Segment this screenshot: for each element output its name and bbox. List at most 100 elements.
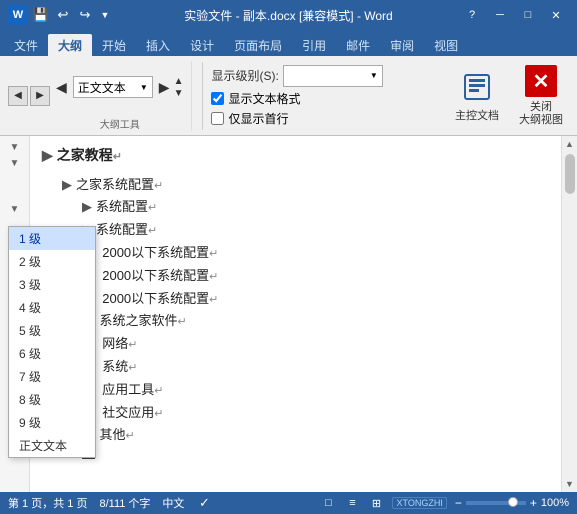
spell-check-icon[interactable]: ✓ bbox=[196, 495, 212, 511]
master-doc-button[interactable]: 主控文档 bbox=[449, 63, 505, 129]
outline-tools-label: 大纲工具 bbox=[56, 114, 183, 131]
demote-button[interactable]: ▶ bbox=[159, 79, 170, 96]
promote-button[interactable]: ◀ bbox=[56, 79, 67, 96]
outline-level-content: ◀ 正文文本 ▼ ▶ ▲ ▼ bbox=[56, 61, 183, 114]
line-13: ○ 四、 其他↵ bbox=[42, 425, 549, 446]
show-first-line-row: 仅显示首行 bbox=[211, 110, 382, 127]
document-content[interactable]: ▶ 之家教程↵ ▶ 之家系统配置↵ ▶ 系统配置↵ ▶ 系统配置↵ 3、2000… bbox=[30, 136, 561, 492]
collapse-arrow-1[interactable]: ▼ bbox=[8, 140, 22, 154]
close-button[interactable]: ✕ bbox=[543, 5, 569, 25]
minimize-button[interactable]: ─ bbox=[487, 5, 513, 25]
tab-mailings[interactable]: 邮件 bbox=[336, 34, 380, 56]
text-6: 4、2000以下系统配置 bbox=[82, 266, 209, 287]
view-mode-print[interactable]: □ bbox=[320, 495, 336, 511]
title-bar: W 💾 ↩ ↪ ▼ 实验文件 - 副本.docx [兼容模式] - Word ?… bbox=[0, 0, 577, 30]
qat-redo[interactable]: ↪ bbox=[76, 6, 94, 24]
right-buttons: 主控文档 ✕ 关闭大纲视图 bbox=[449, 63, 569, 129]
main-area: ▼ ▼ ▼ ○ ○ ▶ 之家教程↵ ▶ 之家系统配置↵ ▶ 系统配置↵ ▶ 系统… bbox=[0, 136, 577, 492]
dropdown-item-body[interactable]: 正文文本 bbox=[9, 434, 95, 457]
dropdown-item-7[interactable]: 7 级 bbox=[9, 365, 95, 388]
tab-references[interactable]: 引用 bbox=[292, 34, 336, 56]
outline-level-value: 正文文本 bbox=[78, 79, 126, 96]
line-8: ○ 三、 系统之家软件↵ bbox=[42, 311, 549, 332]
qat-save[interactable]: 💾 bbox=[32, 6, 50, 24]
tab-layout[interactable]: 页面布局 bbox=[224, 34, 292, 56]
collapse-arrow-3[interactable]: ▼ bbox=[8, 202, 22, 216]
move-down-button[interactable]: ▼ bbox=[174, 88, 184, 99]
master-doc-icon bbox=[459, 69, 495, 105]
dropdown-item-4[interactable]: 4 级 bbox=[9, 296, 95, 319]
word-icon: W bbox=[8, 5, 28, 25]
dropdown-item-2[interactable]: 2 级 bbox=[9, 250, 95, 273]
ribbon-content: ◀ ▶ ◀ 正文文本 ▼ ▶ ▲ ▼ 大纲工具 显示级别(S): ▼ bbox=[0, 56, 577, 136]
show-first-line-checkbox[interactable] bbox=[211, 112, 224, 125]
view-mode-web[interactable]: ≡ bbox=[344, 495, 360, 511]
tab-view[interactable]: 视图 bbox=[424, 34, 468, 56]
master-doc-label: 主控文档 bbox=[455, 107, 499, 123]
qat-undo[interactable]: ↩ bbox=[54, 6, 72, 24]
outline-level-select[interactable]: 正文文本 ▼ bbox=[73, 76, 153, 98]
zoom-slider[interactable] bbox=[466, 501, 526, 505]
line-12: 4、社交应用↵ bbox=[42, 403, 549, 424]
text-2: 之家系统配置 bbox=[76, 175, 154, 196]
line-2: ▶ 之家系统配置↵ bbox=[42, 175, 549, 196]
close-outline-button[interactable]: ✕ 关闭大纲视图 bbox=[513, 63, 569, 129]
window-controls: ? ─ □ ✕ bbox=[459, 5, 569, 25]
line-14: — bbox=[42, 448, 549, 469]
title-bar-left: W 💾 ↩ ↪ ▼ bbox=[8, 5, 112, 25]
tab-home[interactable]: 开始 bbox=[92, 34, 136, 56]
dropdown-item-8[interactable]: 8 级 bbox=[9, 388, 95, 411]
dropdown-item-9[interactable]: 9 级 bbox=[9, 411, 95, 434]
nav-down-arrow[interactable]: ▶ bbox=[30, 86, 50, 106]
show-text-format-checkbox[interactable] bbox=[211, 92, 224, 105]
line-9: 1、网络↵ bbox=[42, 334, 549, 355]
line-5: 3、2000以下系统配置↵ bbox=[42, 243, 549, 264]
tab-design[interactable]: 设计 bbox=[180, 34, 224, 56]
view-mode-outline[interactable]: ⊞ bbox=[368, 495, 384, 511]
tab-file[interactable]: 文件 bbox=[4, 34, 48, 56]
scroll-up-button[interactable]: ▲ bbox=[563, 136, 577, 152]
text-5: 3、2000以下系统配置 bbox=[82, 243, 209, 264]
show-level-area: 显示级别(S): ▼ 显示文本格式 仅显示首行 bbox=[202, 62, 382, 130]
dropdown-item-1[interactable]: 1 级 bbox=[9, 227, 95, 250]
scroll-thumb[interactable] bbox=[565, 154, 575, 194]
move-up-button[interactable]: ▲ bbox=[174, 76, 184, 87]
close-outline-icon: ✕ bbox=[523, 64, 559, 100]
lang-indicator: 中文 bbox=[162, 495, 184, 511]
nav-arrows: ◀ ▶ bbox=[8, 84, 50, 108]
nav-up-arrow[interactable]: ◀ bbox=[8, 86, 28, 106]
maximize-button[interactable]: □ bbox=[515, 5, 541, 25]
collapse-arrow-2[interactable]: ▼ bbox=[8, 156, 22, 170]
dropdown-item-6[interactable]: 6 级 bbox=[9, 342, 95, 365]
zoom-out-button[interactable]: − bbox=[455, 496, 462, 510]
brand-logo: XTONGZHI bbox=[392, 497, 446, 509]
show-level-arrow-icon: ▼ bbox=[370, 71, 378, 80]
bullet-1: ▶ bbox=[42, 144, 53, 166]
outline-level-group: ◀ 正文文本 ▼ ▶ ▲ ▼ 大纲工具 bbox=[56, 61, 192, 131]
text-7: 5、2000以下系统配置 bbox=[82, 289, 209, 310]
qat-dropdown[interactable]: ▼ bbox=[98, 6, 112, 24]
tab-outline[interactable]: 大纲 bbox=[48, 34, 92, 56]
text-3: 系统配置 bbox=[96, 197, 148, 218]
dropdown-item-5[interactable]: 5 级 bbox=[9, 319, 95, 342]
status-right: □ ≡ ⊞ XTONGZHI − + 100% bbox=[320, 495, 569, 511]
line-7: 5、2000以下系统配置↵ bbox=[42, 289, 549, 310]
line-11: 3、应用工具↵ bbox=[42, 380, 549, 401]
zoom-slider-thumb[interactable] bbox=[508, 497, 518, 507]
vertical-scrollbar[interactable]: ▲ ▼ bbox=[561, 136, 577, 492]
status-bar: 第 1 页，共 1 页 8/111 个字 中文 ✓ □ ≡ ⊞ XTONGZHI… bbox=[0, 492, 577, 514]
show-text-format-row: 显示文本格式 bbox=[211, 90, 382, 107]
window-title: 实验文件 - 副本.docx [兼容模式] - Word bbox=[184, 7, 392, 24]
show-level-dropdown[interactable]: ▼ bbox=[283, 65, 383, 87]
tab-review[interactable]: 审阅 bbox=[380, 34, 424, 56]
scroll-down-button[interactable]: ▼ bbox=[563, 476, 577, 492]
status-left: 第 1 页，共 1 页 8/111 个字 中文 ✓ bbox=[8, 495, 212, 511]
dropdown-item-3[interactable]: 3 级 bbox=[9, 273, 95, 296]
line-10: 2、系统↵ bbox=[42, 357, 549, 378]
tab-insert[interactable]: 插入 bbox=[136, 34, 180, 56]
bullet-3: ▶ bbox=[82, 197, 92, 218]
page-info: 第 1 页，共 1 页 bbox=[8, 495, 87, 511]
zoom-in-button[interactable]: + bbox=[530, 496, 537, 510]
zoom-level: 100% bbox=[541, 497, 569, 509]
help-button[interactable]: ? bbox=[459, 5, 485, 25]
